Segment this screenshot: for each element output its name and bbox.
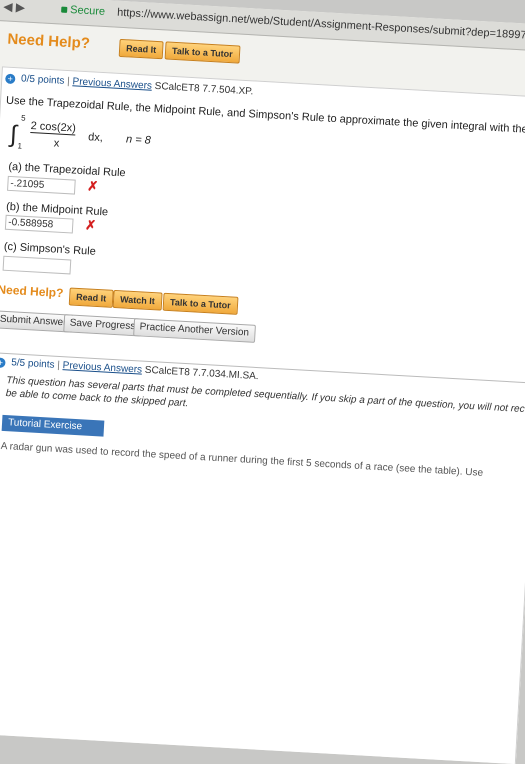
n-value: n = 8: [125, 133, 152, 147]
need-help-heading: Need Help?: [7, 30, 91, 53]
points-label: 0/5 points: [20, 73, 65, 87]
upper-limit: 5: [20, 113, 26, 123]
differential: dx,: [87, 131, 104, 145]
url-text[interactable]: https://www.webassign.net/web/Student/As…: [117, 7, 525, 44]
talk-to-tutor-button[interactable]: Talk to a Tutor: [164, 41, 241, 64]
secure-label: Secure: [69, 4, 106, 18]
integrand-numerator: 2 cos(2x): [30, 120, 77, 136]
back-forward-icons[interactable]: ◀ ▶: [3, 0, 26, 15]
incorrect-icon: ✗: [84, 217, 97, 233]
read-it-button[interactable]: Read It: [68, 287, 114, 308]
expand-icon[interactable]: +: [0, 357, 6, 368]
lock-icon: [61, 6, 68, 13]
separator: |: [66, 76, 71, 88]
question-5-card: [0, 351, 525, 764]
separator: |: [56, 359, 61, 372]
integrand-denominator: x: [53, 137, 60, 150]
read-it-button[interactable]: Read It: [118, 38, 164, 60]
incorrect-icon: ✗: [87, 178, 99, 194]
submit-answer-button[interactable]: Submit Answer: [0, 310, 73, 333]
expand-icon[interactable]: +: [5, 73, 16, 85]
secure-indicator: Secure: [61, 4, 105, 18]
lower-limit: 1: [17, 141, 23, 151]
watch-it-button[interactable]: Watch It: [112, 289, 163, 311]
integral-sign: ∫: [9, 120, 18, 149]
points-label: 5/5 points: [10, 357, 55, 371]
browser-window: ◀ ▶ Secure https://www.webassign.net/web…: [0, 0, 525, 764]
